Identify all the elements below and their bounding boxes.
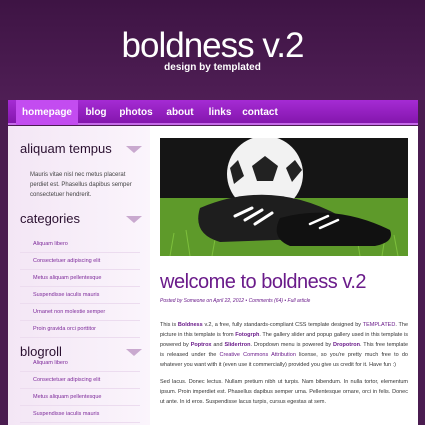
page-wrapper: aliquam tempus Mauris vitae nisl nec met… <box>8 126 418 425</box>
post-paragraph: Sed lacus. Donec lectus. Nullam pretium … <box>160 379 408 405</box>
category-link[interactable]: Aliquam libero <box>20 236 140 253</box>
nav-item-links[interactable]: links <box>204 100 236 125</box>
category-link[interactable]: Suspendisse iaculis mauris <box>20 287 140 304</box>
blogroll-link[interactable]: Metus aliquam pellentesque <box>20 389 140 406</box>
nav-item-contact[interactable]: contact <box>238 100 282 125</box>
poptrox-link[interactable]: Poptrox <box>191 342 212 348</box>
heading-arrow-icon <box>126 146 142 153</box>
text-span: and <box>211 342 225 348</box>
templated-link[interactable]: TEMPLATED <box>363 322 396 328</box>
text-span: . Dropdown menu is powered by <box>250 342 334 348</box>
main-content: welcome to boldness v.2 Posted by Someon… <box>160 126 418 425</box>
categories-list: Aliquam libero Consectetuer adipiscing e… <box>20 236 140 338</box>
heading-arrow-icon <box>126 216 142 223</box>
post-title[interactable]: welcome to boldness v.2 <box>160 271 418 294</box>
post-paragraph: This is Boldness v.2, a free, fully stan… <box>160 320 408 370</box>
sidebar-about-text: Mauris vitae nisl nec metus placerat per… <box>30 172 132 198</box>
soccer-ball-and-boots-icon <box>160 138 408 256</box>
post-meta: Posted by Someone on April 22, 2012 • Co… <box>160 298 311 304</box>
site-tagline: design by templated <box>164 62 261 73</box>
category-link[interactable]: Proin gravida orci porttitor <box>20 321 140 338</box>
blogroll-link[interactable]: Aliquam libero <box>20 355 140 372</box>
site-header: boldness v.2 design by templated <box>0 0 425 100</box>
hero-image <box>160 138 408 256</box>
sidebar-heading-categories: categories <box>20 211 80 226</box>
post-body: This is Boldness v.2, a free, fully stan… <box>160 320 408 414</box>
template-name: Boldness <box>177 322 203 328</box>
slidertron-link[interactable]: Slidertron <box>224 342 250 348</box>
nav-item-photos[interactable]: photos <box>116 100 156 125</box>
sidebar: aliquam tempus Mauris vitae nisl nec met… <box>8 126 150 425</box>
blogroll-list: Aliquam libero Consectetuer adipiscing e… <box>20 352 140 423</box>
text-span: This is <box>160 322 178 328</box>
blogroll-link[interactable]: Consectetuer adipiscing elit <box>20 372 140 389</box>
license-link[interactable]: Creative Commons Attribution <box>220 352 296 358</box>
fotogrph-link[interactable]: Fotogrph <box>235 332 259 338</box>
main-nav: homepage blog photos about links contact <box>8 100 418 125</box>
dropotron-link[interactable]: Dropotron <box>333 342 360 348</box>
category-link[interactable]: Urnanet non molestie semper <box>20 304 140 321</box>
blogroll-link[interactable]: Suspendisse iaculis mauris <box>20 406 140 423</box>
sidebar-heading-about: aliquam tempus <box>20 141 112 156</box>
nav-item-homepage[interactable]: homepage <box>16 100 78 125</box>
nav-item-about[interactable]: about <box>160 100 200 125</box>
text-span: v.2, a free, fully standards-compliant C… <box>202 322 363 328</box>
category-link[interactable]: Consectetuer adipiscing elit <box>20 253 140 270</box>
category-link[interactable]: Metus aliquam pellentesque <box>20 270 140 287</box>
nav-item-blog[interactable]: blog <box>80 100 112 125</box>
site-title[interactable]: boldness v.2 <box>0 26 425 66</box>
